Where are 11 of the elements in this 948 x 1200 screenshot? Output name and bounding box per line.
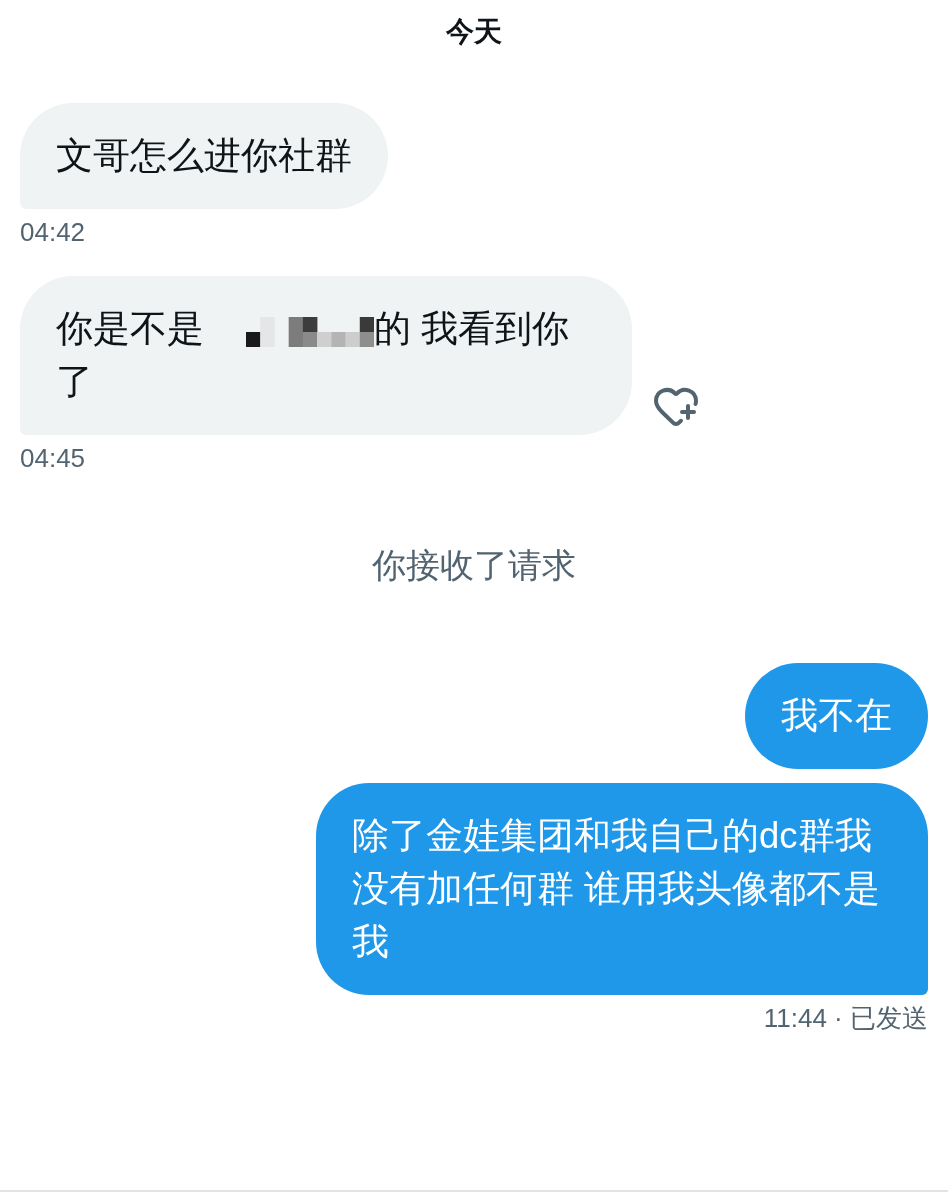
message-text: 的 我看到你 <box>374 308 570 349</box>
message-text: 我不在 <box>781 695 892 736</box>
message-text: 你是不是 <box>56 308 204 349</box>
message-timestamp: 04:45 <box>20 443 86 473</box>
message-text: 除了金娃集团和我自己的dc群我没有加任何群 谁用我头像都不是我 <box>352 815 881 962</box>
message-timestamp: 11:44 · 已发送 <box>763 1003 928 1033</box>
message-text: 文哥怎么进你社群 <box>56 135 352 176</box>
system-event-text: 你接收了请求 <box>372 545 576 586</box>
date-header: 今天 <box>446 15 502 49</box>
message-timestamp: 04:42 <box>20 217 86 247</box>
message-text: 了 <box>56 361 93 402</box>
